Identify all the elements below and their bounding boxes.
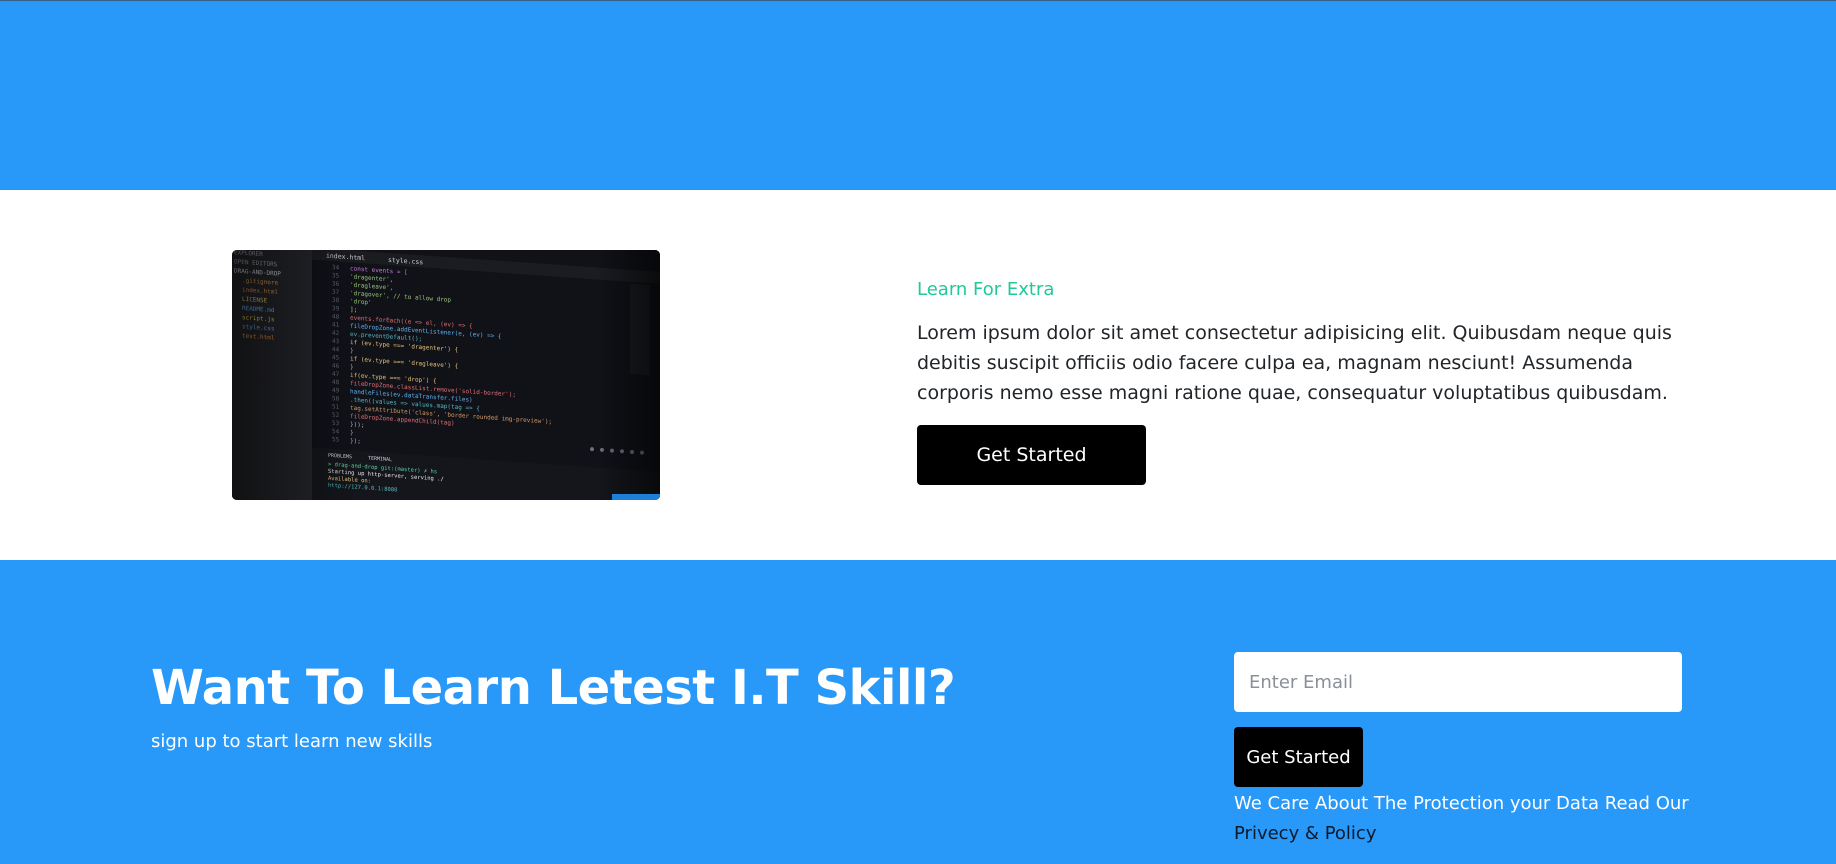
- privacy-note: We Care About The Protection your Data R…: [1234, 789, 1694, 849]
- signup-title: Want To Learn Letest I.T Skill?: [151, 660, 956, 716]
- feature-text-block: Learn For Extra Lorem ipsum dolor sit am…: [917, 278, 1687, 408]
- signup-subtitle: sign up to start learn new skills: [151, 731, 433, 752]
- feature-description: Lorem ipsum dolor sit amet consectetur a…: [917, 322, 1672, 404]
- code-editor-image: index.htmlstyle.css EXPLOREROPEN EDITORS…: [232, 250, 660, 500]
- feature-eyebrow: Learn For Extra: [917, 279, 1055, 300]
- privacy-policy-link[interactable]: Privecy & Policy: [1234, 823, 1376, 844]
- code-editor-illustration: index.htmlstyle.css EXPLOREROPEN EDITORS…: [232, 250, 660, 500]
- feature-section: index.htmlstyle.css EXPLOREROPEN EDITORS…: [0, 190, 1836, 560]
- get-started-button[interactable]: Get Started: [917, 425, 1146, 485]
- status-bar: [612, 494, 660, 500]
- privacy-text: We Care About The Protection your Data R…: [1234, 793, 1689, 814]
- signup-get-started-button[interactable]: Get Started: [1234, 727, 1363, 787]
- email-input[interactable]: [1234, 652, 1682, 712]
- hero-banner: [0, 0, 1836, 190]
- signup-section: Want To Learn Letest I.T Skill? sign up …: [0, 560, 1836, 864]
